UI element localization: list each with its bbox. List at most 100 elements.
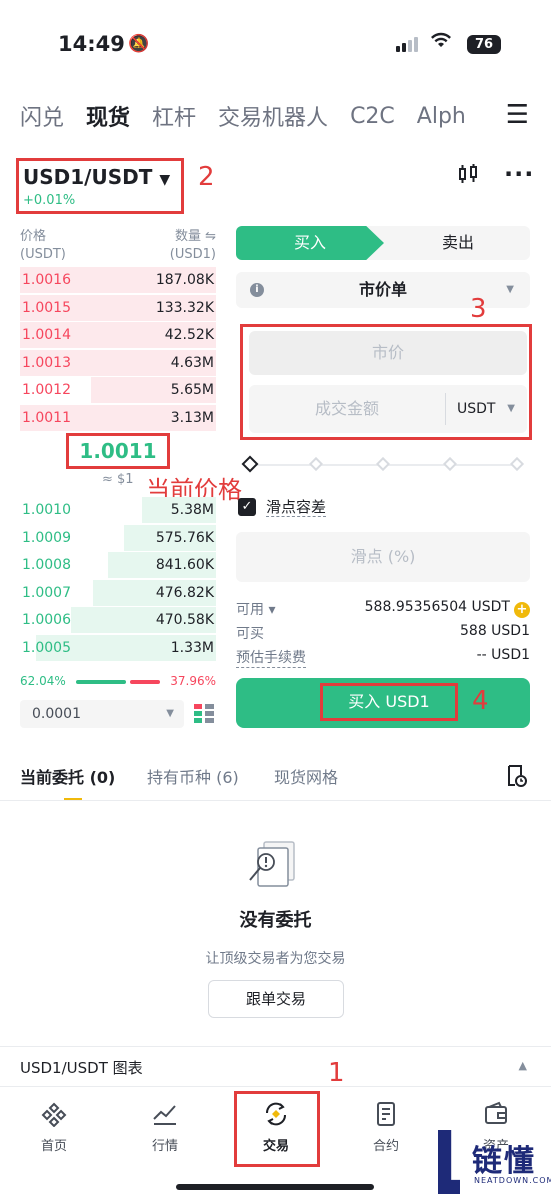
pair-selector[interactable]: USD1/USDT ▼ +0.01%: [16, 158, 184, 214]
tab-spot[interactable]: 现货: [86, 100, 130, 132]
bid-price: 1.0005: [22, 639, 71, 656]
annotation-1: 1: [328, 1058, 345, 1088]
ask-row[interactable]: 1.0013 4.63M: [20, 349, 216, 377]
slippage-label: 滑点容差: [266, 498, 327, 517]
bid-qty: 1.33M: [170, 639, 214, 656]
home-indicator: [176, 1184, 374, 1190]
tab-margin[interactable]: 杠杆: [152, 100, 196, 132]
nav-home-label: 首页: [40, 1139, 67, 1154]
ask-row[interactable]: 1.0014 42.52K: [20, 322, 216, 349]
nav-futures-label: 合约: [372, 1139, 399, 1154]
current-price[interactable]: 1.0011: [66, 433, 170, 469]
bid-row[interactable]: 1.0008 841.60K: [20, 552, 216, 579]
tab-alpha[interactable]: Alph: [417, 104, 466, 129]
tab-c2c[interactable]: C2C: [350, 104, 395, 129]
tab-spot-grid[interactable]: 现货网格: [274, 764, 338, 788]
order-history-icon[interactable]: [504, 764, 528, 788]
buy-ratio-bar: [76, 680, 126, 684]
orderbook-layout-icon[interactable]: [193, 703, 215, 725]
bid-row[interactable]: 1.0010 5.38M: [20, 497, 216, 524]
battery-icon: 76: [467, 35, 501, 54]
tab-holdings[interactable]: 持有币种 (6): [147, 764, 239, 788]
buy-button-label: 买入 USD1: [320, 683, 458, 721]
price-unit: (USDT): [20, 247, 66, 262]
bid-qty: 470.58K: [155, 612, 214, 628]
empty-subtitle: 让顶级交易者为您交易: [205, 951, 346, 967]
buy-sell-toggle: 买入 卖出: [236, 226, 530, 260]
watermark-l-glyph: [438, 1130, 460, 1194]
ask-qty: 4.63M: [170, 354, 214, 371]
slider-mark-100[interactable]: [509, 456, 525, 472]
watermark-cn: 链懂: [472, 1144, 536, 1179]
chart-bar-title: USD1/USDT 图表: [20, 1059, 143, 1077]
tab-swap[interactable]: 闪兑: [20, 100, 64, 132]
empty-title: 没有委托: [239, 910, 312, 931]
info-icon[interactable]: i: [250, 283, 264, 297]
menu-icon[interactable]: ☰: [495, 100, 529, 130]
chevron-up-icon[interactable]: ▲: [519, 1059, 527, 1072]
status-time: 14:49: [58, 32, 125, 56]
nav-home[interactable]: 首页: [24, 1101, 84, 1154]
slider-knob[interactable]: [241, 455, 259, 473]
ask-qty: 3.13M: [170, 409, 214, 426]
tab-open-orders[interactable]: 当前委托 (0): [20, 764, 115, 788]
bid-row[interactable]: 1.0009 575.76K: [20, 524, 216, 552]
fee-value: -- USD1: [476, 647, 530, 663]
nav-futures[interactable]: 合约: [356, 1101, 416, 1154]
bell-muted-icon: 🔕: [128, 34, 150, 54]
market-type-tabs: 闪兑 现货 杠杆 交易机器人 C2C Alph ☰: [20, 96, 551, 136]
chevron-down-icon: ▼: [507, 403, 515, 414]
slider-mark-50[interactable]: [375, 456, 391, 472]
bid-row[interactable]: 1.0005 1.33M: [20, 634, 216, 662]
slider-mark-25[interactable]: [308, 456, 324, 472]
more-icon[interactable]: ···: [504, 160, 534, 188]
ask-price: 1.0013: [22, 354, 71, 371]
fee-label: 预估手续费: [236, 647, 306, 668]
tab-trading-bots[interactable]: 交易机器人: [218, 100, 328, 132]
ask-row[interactable]: 1.0016 187.08K: [20, 267, 216, 294]
add-funds-icon[interactable]: +: [514, 602, 530, 618]
pair-name[interactable]: USD1/USDT ▼: [23, 165, 170, 189]
ask-qty: 133.32K: [155, 299, 214, 316]
order-type-value: 市价单: [358, 280, 407, 299]
amount-input[interactable]: 成交金额 USDT ▼: [249, 385, 527, 433]
nav-markets[interactable]: 行情: [135, 1101, 195, 1154]
bid-price: 1.0007: [22, 584, 71, 601]
candlestick-chart-icon[interactable]: [456, 162, 480, 192]
available-label[interactable]: 可用 ▾: [236, 599, 275, 619]
ask-price: 1.0012: [22, 382, 71, 398]
caret-down-icon: ▼: [159, 172, 171, 188]
bid-row[interactable]: 1.0007 476.82K: [20, 579, 216, 607]
home-icon: [41, 1102, 67, 1127]
sell-ratio: 37.96%: [170, 674, 216, 688]
ask-qty: 187.08K: [155, 272, 214, 288]
copy-trading-button[interactable]: 跟单交易: [208, 980, 344, 1018]
amount-slider[interactable]: [241, 455, 525, 473]
ask-qty: 42.52K: [164, 327, 214, 343]
watermark-en: NEATDOWN.COM: [474, 1176, 551, 1185]
bid-row[interactable]: 1.0006 470.58K: [20, 607, 216, 634]
ask-row[interactable]: 1.0011 3.13M: [20, 404, 216, 432]
sell-tab[interactable]: 卖出: [386, 226, 530, 260]
ask-price: 1.0015: [22, 299, 71, 316]
precision-select[interactable]: 0.0001 ▼: [20, 700, 184, 728]
chart-bar[interactable]: USD1/USDT 图表 ▲: [0, 1046, 551, 1086]
precision-value: 0.0001: [32, 706, 81, 722]
slider-mark-75[interactable]: [442, 456, 458, 472]
slippage-checkbox[interactable]: ✓: [238, 498, 256, 516]
amount-unit-select[interactable]: USDT: [457, 385, 495, 433]
can-buy-label: 可买: [236, 626, 264, 642]
current-price-usd: ≈ $1: [102, 472, 134, 487]
ask-row[interactable]: 1.0015 133.32K: [20, 294, 216, 322]
order-tabs: 当前委托 (0) 持有币种 (6) 现货网格: [20, 764, 531, 801]
slippage-input[interactable]: 滑点 (%): [236, 532, 530, 582]
buy-tab[interactable]: 买入: [236, 226, 384, 260]
annotation-3: 3: [470, 294, 487, 324]
futures-icon: [377, 1102, 395, 1126]
annotation-trade-highlight: [234, 1091, 320, 1167]
price-input[interactable]: 市价: [249, 331, 527, 375]
bid-price: 1.0010: [22, 502, 71, 518]
ask-row[interactable]: 1.0012 5.65M: [20, 377, 216, 404]
buy-ratio: 62.04%: [20, 674, 66, 688]
qty-header[interactable]: 数量 ⇋: [170, 228, 216, 246]
